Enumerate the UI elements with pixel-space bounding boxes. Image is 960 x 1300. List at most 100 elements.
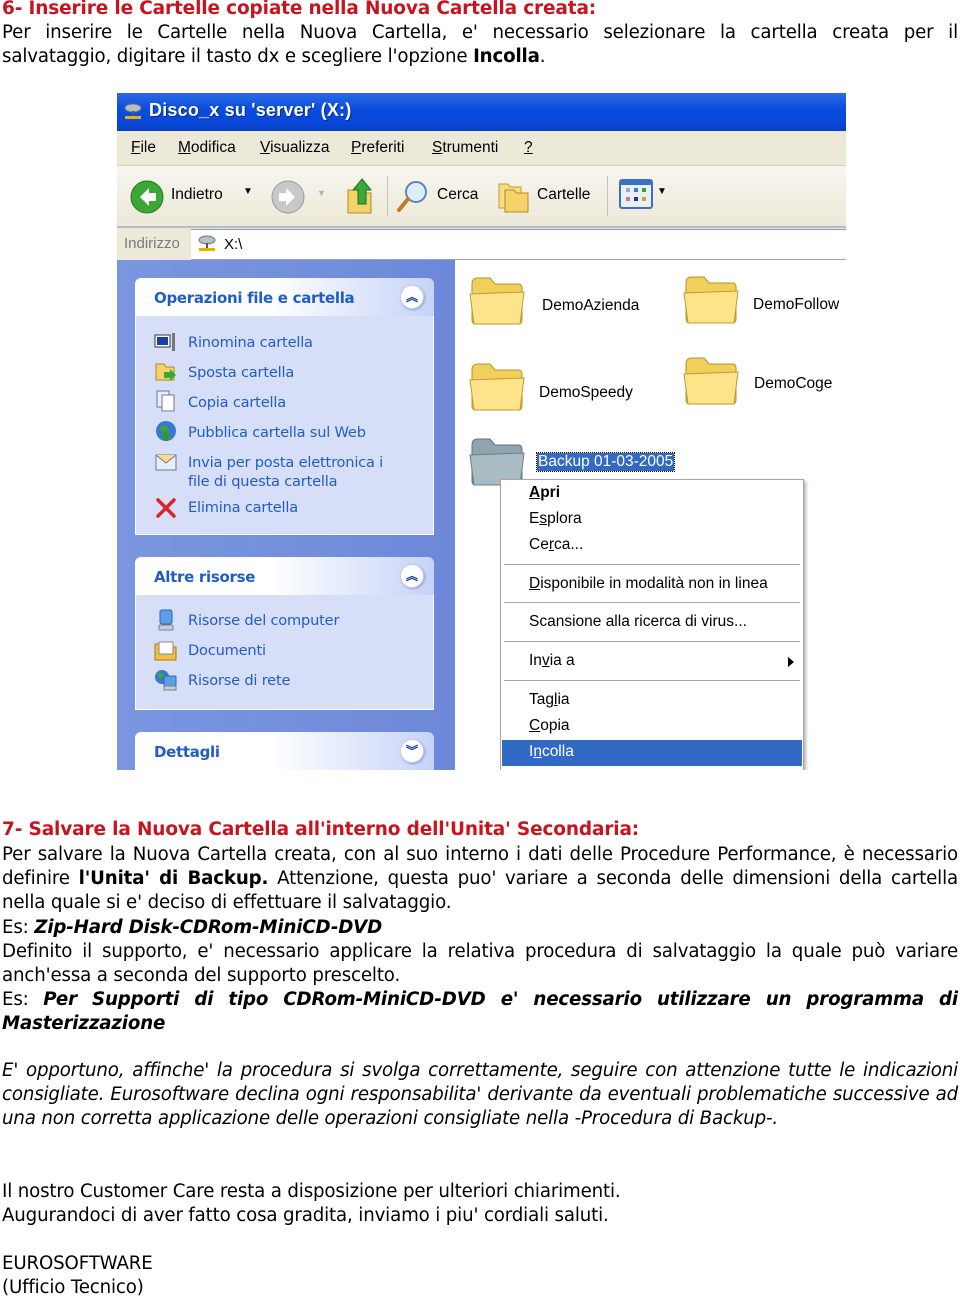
menu-item-apri[interactable]: Apri: [502, 481, 802, 506]
toolbar-separator: [387, 176, 388, 216]
panel-header[interactable]: Operazioni file e cartella ︽: [135, 278, 434, 316]
panel-title: Dettagli: [154, 743, 220, 761]
toolbar-separator: [607, 176, 608, 216]
email-icon: [155, 454, 177, 471]
folder-label[interactable]: DemoSpeedy: [539, 384, 633, 402]
expand-chevron-icon[interactable]: ︾: [400, 739, 424, 763]
address-input[interactable]: X:\: [191, 229, 846, 261]
section-6-line-2: salvataggio, digitare il tasto dx e sceg…: [2, 45, 958, 69]
folder-label[interactable]: DemoCoge: [754, 375, 832, 393]
section-6-paragraph: Per inserire le Cartelle nella Nuova Car…: [2, 21, 958, 69]
menu-item-offline[interactable]: Disponibile in modalità non in linea: [502, 572, 802, 597]
details-panel: Dettagli ︾: [135, 732, 434, 770]
folder-icon[interactable]: [682, 354, 740, 406]
file-folder-tasks-panel: Operazioni file e cartella ︽ Rinomina ca…: [135, 278, 434, 535]
folder-icon[interactable]: [682, 273, 740, 325]
panel-body: Risorse del computer Documenti Risorse d…: [135, 595, 434, 710]
menu-item-cerca[interactable]: Cerca...: [502, 533, 802, 558]
place-my-computer[interactable]: Risorse del computer: [188, 611, 339, 630]
back-button[interactable]: Indietro: [171, 186, 223, 204]
menu-help[interactable]: ?: [524, 139, 533, 157]
forward-arrow-icon[interactable]: [271, 180, 305, 214]
address-value: X:\: [224, 236, 243, 253]
folders-button[interactable]: Cartelle: [537, 186, 590, 204]
example-label: Es:: [2, 917, 35, 938]
task-copy-folder[interactable]: Copia cartella: [188, 393, 286, 412]
task-delete-folder[interactable]: Elimina cartella: [188, 498, 298, 517]
menu-bar: File Modifica Visualizza Preferiti Strum…: [117, 131, 846, 166]
selected-folder-label[interactable]: Backup 01-03-2005: [535, 452, 676, 472]
address-label: Indirizzo: [124, 235, 180, 252]
text: .: [539, 46, 546, 68]
folder-icon[interactable]: [468, 274, 526, 326]
network-icon: [155, 670, 177, 691]
window-title: Disco_x su 'server' (X:): [149, 100, 352, 120]
panel-header[interactable]: Altre risorse ︽: [135, 557, 434, 595]
rename-icon: [154, 333, 175, 351]
views-icon[interactable]: [619, 179, 653, 209]
collapse-chevron-icon[interactable]: ︽: [400, 285, 424, 309]
folders-icon[interactable]: [497, 178, 531, 214]
disclaimer: E' opportuno, affinche' la procedura si …: [2, 1060, 958, 1130]
task-move-folder[interactable]: Sposta cartella: [188, 363, 294, 382]
menu-item-copy[interactable]: Copia: [502, 714, 802, 739]
example-value: Per Supporti di tipo CDRom-MiniCD-DVD e'…: [2, 989, 959, 1035]
example-value: Zip-Hard Disk-CDRom-MiniCD-DVD: [34, 917, 383, 938]
section-7-paragraph-2: Definito il supporto, e' necessario appl…: [2, 941, 958, 987]
menu-modifica[interactable]: Modifica: [178, 139, 236, 157]
task-pane: Operazioni file e cartella ︽ Rinomina ca…: [117, 260, 455, 770]
back-arrow-icon[interactable]: [130, 180, 164, 214]
network-drive-icon: [198, 235, 216, 251]
section-6-line-1: Per inserire le Cartelle nella Nuova Car…: [2, 22, 958, 43]
copy-icon: [156, 390, 175, 412]
toolbar: Indietro ▼ ▼ Cerca Cartelle ▼: [117, 166, 846, 228]
backup-unit-bold: l'Unita' di Backup.: [78, 868, 269, 890]
folder-label[interactable]: DemoFollow: [753, 296, 839, 314]
task-publish-web[interactable]: Pubblica cartella sul Web: [188, 423, 366, 442]
submenu-arrow-icon: [788, 657, 794, 667]
context-menu: Apri Esplora Cerca... Disponibile in mod…: [500, 479, 804, 770]
forward-dropdown-icon: ▼: [317, 188, 326, 198]
menu-preferiti[interactable]: Preferiti: [351, 139, 404, 157]
up-folder-icon[interactable]: [345, 176, 375, 216]
example-2: Es: Per Supporti di tipo CDRom-MiniCD-DV…: [2, 988, 958, 1036]
panel-body: Rinomina cartella Sposta cartella Copia …: [135, 316, 434, 535]
delete-icon: [156, 498, 176, 518]
other-places-panel: Altre risorse ︽ Risorse del computer Doc…: [135, 557, 434, 710]
menu-item-virus-scan[interactable]: Scansione alla ricerca di virus...: [502, 610, 802, 635]
task-email-files[interactable]: Invia per posta elettronica i file di que…: [188, 453, 383, 491]
address-bar: Indirizzo X:\: [117, 228, 846, 261]
menu-strumenti[interactable]: Strumenti: [432, 139, 498, 157]
publish-web-icon: [156, 421, 176, 441]
closing-line-2: Augurandoci di aver fatto cosa gradita, …: [2, 1205, 609, 1226]
menu-item-cut[interactable]: Taglia: [502, 688, 802, 713]
text: salvataggio, digitare il tasto dx e sceg…: [2, 46, 474, 68]
menu-item-paste[interactable]: Incolla: [502, 740, 802, 766]
move-folder-icon: [155, 363, 176, 381]
place-documents[interactable]: Documenti: [188, 641, 266, 660]
place-network[interactable]: Risorse di rete: [188, 671, 290, 690]
explorer-window: Disco_x su 'server' (X:) File Modifica V…: [117, 93, 846, 770]
folder-icon[interactable]: [468, 360, 526, 412]
menu-separator: [504, 564, 800, 565]
back-dropdown-icon[interactable]: ▼: [243, 186, 253, 197]
task-rename-folder[interactable]: Rinomina cartella: [188, 333, 313, 352]
menu-separator: [504, 602, 800, 603]
network-drive-icon: [124, 103, 142, 119]
views-dropdown-icon[interactable]: ▼: [657, 186, 667, 197]
text: Invia per posta elettronica i: [188, 454, 384, 471]
menu-file[interactable]: File: [131, 139, 156, 157]
signature-department: (Ufficio Tecnico): [2, 1277, 144, 1298]
panel-header[interactable]: Dettagli ︾: [135, 732, 434, 770]
search-icon[interactable]: [395, 178, 431, 214]
incolla-bold: Incolla: [473, 46, 540, 68]
menu-visualizza[interactable]: Visualizza: [260, 139, 330, 157]
section-7-paragraph-1: Per salvare la Nuova Cartella creata, co…: [2, 843, 958, 916]
search-button[interactable]: Cerca: [437, 186, 478, 204]
title-bar[interactable]: Disco_x su 'server' (X:): [117, 93, 846, 131]
menu-item-esplora[interactable]: Esplora: [502, 507, 802, 532]
collapse-chevron-icon[interactable]: ︽: [400, 564, 424, 588]
menu-item-send-to[interactable]: Invia a: [502, 649, 802, 674]
folder-label[interactable]: DemoAzienda: [542, 297, 639, 315]
menu-separator: [504, 680, 800, 681]
